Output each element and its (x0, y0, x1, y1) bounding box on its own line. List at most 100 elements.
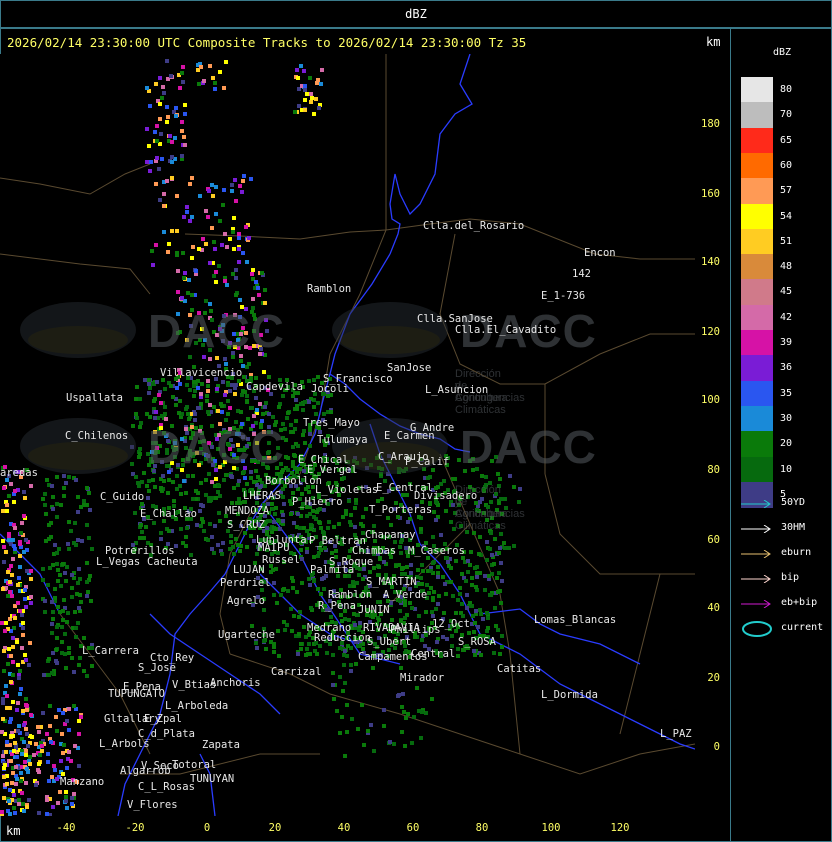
radar-echo-cell (218, 494, 222, 498)
radar-echo-cell (145, 484, 149, 488)
radar-echo-cell (478, 535, 482, 539)
radar-echo-cell (162, 192, 166, 196)
radar-echo-cell (322, 587, 326, 591)
radar-echo-cell (212, 274, 216, 278)
legend-swatch (741, 456, 773, 483)
radar-echo-cell (57, 708, 61, 712)
radar-echo-cell (76, 510, 80, 514)
track-legend-label: 50YD (781, 497, 806, 508)
radar-echo-cell (460, 602, 464, 606)
radar-echo-cell (155, 156, 159, 160)
radar-echo-cell (50, 622, 54, 626)
radar-echo-cell (162, 91, 166, 95)
radar-echo-cell (302, 469, 306, 473)
radar-echo-cell (226, 383, 230, 387)
x-tick-label: 0 (203, 822, 211, 834)
radar-echo-cell (41, 711, 45, 715)
radar-echo-cell (27, 798, 31, 802)
place-label: Cacheuta (147, 556, 198, 568)
radar-echo-cell (180, 296, 184, 300)
radar-echo-cell (484, 475, 488, 479)
y-tick-label: 120 (701, 326, 720, 338)
radar-echo-cell (239, 359, 243, 363)
y-tick-label: 40 (707, 602, 720, 614)
radar-echo-cell (160, 96, 164, 100)
radar-echo-cell (213, 247, 217, 251)
radar-echo-cell (90, 547, 94, 551)
place-label: Catitas (497, 663, 542, 675)
radar-echo-cell (186, 291, 190, 295)
radar-echo-cell (194, 269, 198, 273)
radar-echo-cell (46, 583, 50, 587)
radar-echo-cell (23, 653, 27, 657)
radar-echo-cell (24, 749, 28, 753)
radar-echo-cell (85, 580, 89, 584)
radar-echo-cell (55, 562, 59, 566)
radar-echo-cell (315, 510, 319, 514)
radar-echo-cell (17, 576, 21, 580)
radar-echo-cell (305, 514, 309, 518)
radar-echo-cell (183, 143, 187, 147)
radar-echo-cell (184, 491, 188, 495)
radar-echo-cell (181, 251, 185, 255)
radar-echo-cell (55, 661, 59, 665)
radar-echo-cell (74, 626, 78, 630)
legend-swatch (741, 405, 773, 432)
radar-echo-cell (188, 182, 192, 186)
radar-echo-cell (63, 632, 67, 636)
radar-echo-cell (243, 476, 247, 480)
radar-echo-cell (221, 380, 225, 384)
radar-echo-cell (277, 654, 281, 658)
radar-echo-cell (241, 251, 245, 255)
radar-echo-cell (3, 629, 7, 633)
radar-echo-cell (47, 779, 51, 783)
radar-echo-cell (262, 608, 266, 612)
radar-echo-cell (8, 706, 12, 710)
radar-echo-cell (208, 522, 212, 526)
radar-echo-cell (436, 571, 440, 575)
radar-echo-cell (420, 582, 424, 586)
radar-echo-cell (237, 236, 241, 240)
radar-echo-cell (312, 555, 316, 559)
radar-echo-cell (24, 605, 28, 609)
radar-echo-cell (4, 750, 8, 754)
radar-echo-cell (486, 616, 490, 620)
radar-echo-cell (360, 703, 364, 707)
legend-label: 35 (780, 387, 793, 399)
radar-echo-cell (427, 591, 431, 595)
radar-echo-cell (2, 669, 6, 673)
track-legend-item: 50YD (741, 497, 831, 511)
radar-echo-cell (165, 120, 169, 124)
radar-echo-cell (41, 578, 45, 582)
radar-echo-cell (166, 115, 170, 119)
radar-echo-cell (158, 198, 162, 202)
radar-echo-cell (3, 763, 7, 767)
radar-echo-cell (238, 184, 242, 188)
radar-echo-cell (17, 676, 21, 680)
radar-echo-cell (475, 565, 479, 569)
radar-echo-cell (372, 524, 376, 528)
radar-echo-cell (322, 508, 326, 512)
radar-echo-cell (446, 560, 450, 564)
legend-label: 70 (780, 109, 793, 121)
x-tick-label: 120 (610, 822, 630, 834)
radar-echo-cell (300, 557, 304, 561)
radar-echo-cell (19, 687, 23, 691)
radar-echo-cell (170, 229, 174, 233)
radar-echo-cell (180, 129, 184, 133)
radar-echo-cell (242, 375, 246, 379)
radar-echo-cell (224, 60, 228, 64)
radar-echo-cell (255, 408, 259, 412)
radar-echo-cell (222, 188, 226, 192)
radar-map[interactable]: DACC DACC Dirección de Agricultura y Con… (0, 54, 695, 816)
radar-echo-cell (151, 478, 155, 482)
track-legend-item: eb+bip (741, 597, 831, 611)
radar-echo-cell (332, 525, 336, 529)
radar-echo-cell (412, 715, 416, 719)
radar-echo-cell (237, 379, 241, 383)
radar-echo-cell (430, 610, 434, 614)
radar-echo-cell (85, 486, 89, 490)
radar-echo-cell (335, 709, 339, 713)
radar-echo-cell (337, 522, 341, 526)
radar-echo-cell (199, 402, 203, 406)
